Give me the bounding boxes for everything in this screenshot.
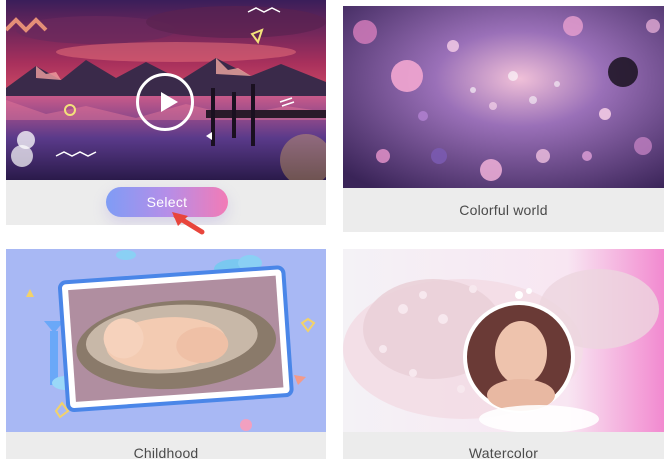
template-thumbnail-3[interactable] (6, 249, 326, 432)
template-card-4[interactable]: Watercolor (343, 249, 664, 459)
template-caption: Childhood (133, 445, 199, 459)
template-card-2[interactable]: Colorful world (343, 6, 664, 232)
woman-blossom-image (343, 249, 664, 432)
template-thumbnail-2[interactable] (343, 6, 664, 188)
template-thumbnail-4[interactable] (343, 249, 664, 432)
bokeh-particles-image (343, 6, 664, 188)
template-caption: Watercolor (468, 445, 539, 459)
template-thumbnail-1[interactable] (6, 0, 326, 180)
play-icon[interactable] (136, 73, 194, 131)
template-card-3[interactable]: Childhood (6, 249, 326, 459)
template-caption: Colorful world (459, 202, 548, 218)
sleeping-baby-image (6, 249, 326, 432)
arrow-cursor-icon (172, 212, 205, 235)
template-card-1[interactable]: Select (6, 0, 326, 225)
